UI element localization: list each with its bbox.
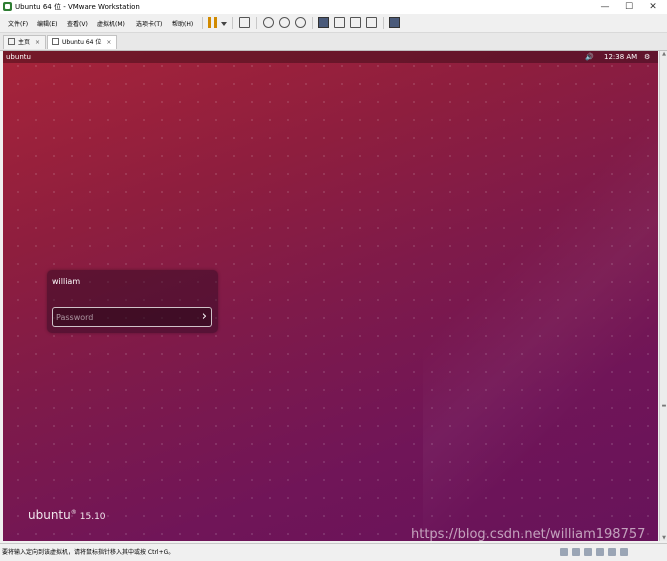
clock[interactable]: 12:38 AM: [604, 51, 637, 63]
snapshot-icon[interactable]: [263, 17, 274, 28]
menu-edit[interactable]: 编辑(E): [37, 19, 57, 28]
watermark: https://blog.csdn.net/william198757: [411, 527, 646, 541]
revert-snapshot-icon[interactable]: [279, 17, 290, 28]
tab-ubuntu[interactable]: Ubuntu 64 位 ×: [47, 35, 117, 49]
toolbar-separator: [232, 17, 233, 29]
toolbar-separator: [256, 17, 257, 29]
menu-file[interactable]: 文件(F): [8, 19, 28, 28]
cd-status-icon[interactable]: [572, 548, 580, 556]
library-icon[interactable]: [318, 17, 329, 28]
vmware-app-icon: [3, 2, 12, 11]
login-box: william ›: [47, 270, 218, 333]
usb-status-icon[interactable]: [596, 548, 604, 556]
submit-arrow-icon[interactable]: ›: [202, 309, 207, 325]
tab-home[interactable]: 主页 ×: [3, 35, 46, 49]
tab-ubuntu-label: Ubuntu 64 位: [62, 39, 102, 46]
snapshot-manager-icon[interactable]: [295, 17, 306, 28]
thumbnail-view-icon[interactable]: [389, 17, 400, 28]
password-input[interactable]: [56, 310, 191, 324]
home-icon: [8, 38, 15, 45]
vm-icon: [52, 38, 59, 45]
tab-bar: 主页 × Ubuntu 64 位 ×: [0, 33, 667, 51]
full-screen-icon[interactable]: [350, 17, 361, 28]
ubuntu-top-panel: ubuntu 🔊 12:38 AM ⚙: [3, 51, 658, 63]
hostname-label: ubuntu: [6, 53, 31, 61]
network-status-icon[interactable]: [584, 548, 592, 556]
registered-mark: ®: [70, 509, 77, 516]
status-message: 要将输入定向到该虚拟机，请将鼠标指针移入其中或按 Ctrl+G。: [2, 549, 175, 556]
logo-name: ubuntu: [28, 508, 71, 522]
username-label[interactable]: william: [52, 277, 80, 286]
ubuntu-version: 15.10: [79, 512, 106, 522]
sound-status-icon[interactable]: [608, 548, 616, 556]
gear-icon[interactable]: ⚙: [644, 51, 650, 63]
hdd-status-icon[interactable]: [560, 548, 568, 556]
volume-icon[interactable]: 🔊: [585, 51, 594, 63]
vertical-scrollbar[interactable]: ▲ ▬ ▼: [659, 51, 667, 541]
window-title: Ubuntu 64 位 - VMware Workstation: [15, 3, 140, 11]
title-bar: Ubuntu 64 位 - VMware Workstation — ☐ ✕: [0, 0, 667, 14]
toolbar-separator: [383, 17, 384, 29]
menu-toolbar: 文件(F) 编辑(E) 查看(V) 虚拟机(M) 选项卡(T) 帮助(H): [0, 14, 667, 33]
close-tab-icon[interactable]: ×: [106, 36, 111, 50]
tab-home-label: 主页: [18, 39, 31, 46]
scroll-thumb-marker[interactable]: ▬: [660, 403, 667, 409]
scroll-down-icon[interactable]: ▼: [660, 535, 667, 541]
menu-tabs[interactable]: 选项卡(T): [136, 19, 162, 28]
menu-view[interactable]: 查看(V): [67, 19, 88, 28]
dropdown-caret-icon[interactable]: [221, 22, 227, 26]
send-ctrl-alt-del-icon[interactable]: [239, 17, 250, 28]
display-status-icon[interactable]: [620, 548, 628, 556]
unity-icon[interactable]: [366, 17, 377, 28]
menu-vm[interactable]: 虚拟机(M): [97, 19, 125, 28]
password-field-wrapper: ›: [52, 307, 212, 327]
pause-icon[interactable]: [208, 17, 217, 28]
toolbar-separator: [312, 17, 313, 29]
close-button[interactable]: ✕: [641, 0, 665, 14]
status-bar: 要将输入定向到该虚拟机，请将鼠标指针移入其中或按 Ctrl+G。: [0, 543, 667, 561]
vm-screen[interactable]: ubuntu 🔊 12:38 AM ⚙ william › ubuntu® 15.…: [3, 51, 658, 541]
scroll-up-icon[interactable]: ▲: [660, 51, 667, 57]
ubuntu-logo: ubuntu® 15.10: [28, 508, 106, 522]
minimize-button[interactable]: —: [593, 0, 617, 14]
toolbar-separator: [202, 17, 203, 29]
close-tab-icon[interactable]: ×: [35, 36, 40, 50]
console-view-icon[interactable]: [334, 17, 345, 28]
maximize-button[interactable]: ☐: [617, 0, 641, 14]
menu-help[interactable]: 帮助(H): [172, 19, 193, 28]
